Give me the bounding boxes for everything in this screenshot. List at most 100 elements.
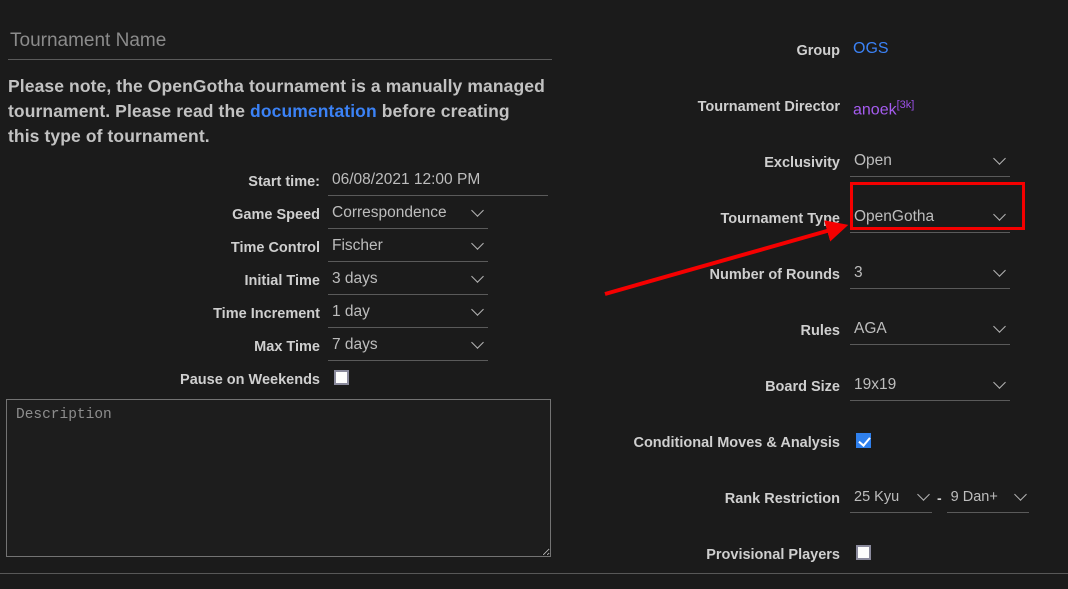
group-value-wrap: OGS <box>850 38 889 60</box>
chevron-down-icon <box>995 266 1006 277</box>
time-control-select[interactable]: Fischer <box>328 235 488 262</box>
group-label: Group <box>796 43 841 59</box>
rank-restriction-min-value: 25 Kyu <box>854 489 900 505</box>
tournament-director-link[interactable]: anoek[3k] <box>850 94 914 121</box>
rank-restriction-separator: - <box>937 489 942 506</box>
rank-restriction-min-select[interactable]: 25 Kyu <box>850 486 932 513</box>
exclusivity-value: Open <box>854 152 892 169</box>
row-time-control: Time Control Fischer <box>8 235 552 262</box>
rules-value-wrap: AGA <box>850 318 1010 345</box>
provisional-players-checkbox[interactable] <box>856 545 871 560</box>
rank-restriction-value-wrap: 25 Kyu - 9 Dan+ <box>850 486 1029 513</box>
tournament-director-value-wrap: anoek[3k] <box>850 94 914 121</box>
tournament-type-select[interactable]: OpenGotha <box>850 206 1010 233</box>
row-number-of-rounds: Number of Rounds 3 <box>560 262 1068 318</box>
rank-restriction-label: Rank Restriction <box>724 491 840 507</box>
number-of-rounds-value-wrap: 3 <box>850 262 1010 289</box>
pause-on-weekends-label: Pause on Weekends <box>180 372 320 388</box>
number-of-rounds-select[interactable]: 3 <box>850 262 1010 289</box>
chevron-down-icon <box>473 338 484 349</box>
rules-value: AGA <box>854 320 887 337</box>
game-speed-label: Game Speed <box>232 207 320 223</box>
tournament-director-label: Tournament Director <box>697 99 840 115</box>
tournament-type-value-wrap: OpenGotha <box>850 206 1010 233</box>
row-start-time: Start time: 06/08/2021 12:00 PM <box>8 169 552 196</box>
game-speed-value: Correspondence <box>332 204 447 221</box>
group-link[interactable]: OGS <box>850 38 889 60</box>
chevron-down-icon <box>473 305 484 316</box>
rank-restriction-max-select[interactable]: 9 Dan+ <box>946 486 1029 513</box>
chevron-down-icon <box>995 378 1006 389</box>
left-form-rows: Start time: 06/08/2021 12:00 PM Game Spe… <box>8 169 552 391</box>
tournament-creation-page: Please note, the OpenGotha tournament is… <box>0 0 1068 589</box>
chevron-down-icon <box>919 490 930 501</box>
chevron-down-icon <box>473 239 484 250</box>
chevron-down-icon <box>1016 490 1027 501</box>
exclusivity-select[interactable]: Open <box>850 150 1010 177</box>
row-tournament-type: Tournament Type OpenGotha <box>560 206 1068 262</box>
time-control-value-wrap: Fischer <box>328 235 488 262</box>
row-game-speed: Game Speed Correspondence <box>8 202 552 229</box>
row-max-time: Max Time 7 days <box>8 334 552 361</box>
board-size-label: Board Size <box>765 379 840 395</box>
tournament-director-name: anoek <box>853 101 897 119</box>
row-time-increment: Time Increment 1 day <box>8 301 552 328</box>
initial-time-value: 3 days <box>332 270 378 287</box>
rules-select[interactable]: AGA <box>850 318 1010 345</box>
provisional-players-value-wrap <box>850 542 871 560</box>
chevron-down-icon <box>473 206 484 217</box>
initial-time-select[interactable]: 3 days <box>328 268 488 295</box>
chevron-down-icon <box>473 272 484 283</box>
pause-on-weekends-checkbox[interactable] <box>334 370 349 385</box>
time-increment-label: Time Increment <box>213 306 320 322</box>
row-conditional-moves: Conditional Moves & Analysis <box>560 430 1068 486</box>
start-time-label: Start time: <box>248 174 320 190</box>
tournament-director-rank: [3k] <box>896 99 915 111</box>
time-increment-value-wrap: 1 day <box>328 301 488 328</box>
row-rank-restriction: Rank Restriction 25 Kyu - 9 Dan+ <box>560 486 1068 542</box>
max-time-label: Max Time <box>254 339 320 355</box>
board-size-value-wrap: 19x19 <box>850 374 1010 401</box>
game-speed-value-wrap: Correspondence <box>328 202 488 229</box>
conditional-moves-label: Conditional Moves & Analysis <box>633 435 840 451</box>
row-exclusivity: Exclusivity Open <box>560 150 1068 206</box>
row-provisional-players: Provisional Players <box>560 542 1068 589</box>
bottom-divider <box>0 573 1068 574</box>
row-pause-on-weekends: Pause on Weekends <box>8 367 552 391</box>
chevron-down-icon <box>995 210 1006 221</box>
chevron-down-icon <box>995 322 1006 333</box>
start-time-field[interactable]: 06/08/2021 12:00 PM <box>328 169 548 196</box>
max-time-select[interactable]: 7 days <box>328 334 488 361</box>
description-textarea[interactable] <box>6 399 551 557</box>
left-column: Please note, the OpenGotha tournament is… <box>0 0 560 557</box>
board-size-select[interactable]: 19x19 <box>850 374 1010 401</box>
max-time-value-wrap: 7 days <box>328 334 488 361</box>
tournament-type-value: OpenGotha <box>854 208 935 225</box>
row-group: Group OGS <box>560 38 1068 94</box>
documentation-link[interactable]: documentation <box>250 101 377 121</box>
start-time-value-wrap: 06/08/2021 12:00 PM <box>328 169 548 196</box>
number-of-rounds-label: Number of Rounds <box>709 267 841 283</box>
row-board-size: Board Size 19x19 <box>560 374 1068 430</box>
conditional-moves-checkbox[interactable] <box>856 433 871 448</box>
row-tournament-director: Tournament Director anoek[3k] <box>560 94 1068 150</box>
row-rules: Rules AGA <box>560 318 1068 374</box>
rank-restriction-max-value: 9 Dan+ <box>950 489 998 505</box>
time-control-label: Time Control <box>230 240 320 256</box>
opengotha-note: Please note, the OpenGotha tournament is… <box>8 74 546 149</box>
number-of-rounds-value: 3 <box>854 264 863 281</box>
pause-on-weekends-value-wrap <box>328 367 349 385</box>
rules-label: Rules <box>800 323 841 339</box>
exclusivity-label: Exclusivity <box>764 155 840 171</box>
initial-time-label: Initial Time <box>244 273 320 289</box>
board-size-value: 19x19 <box>854 376 897 393</box>
time-increment-select[interactable]: 1 day <box>328 301 488 328</box>
provisional-players-label: Provisional Players <box>706 547 840 563</box>
time-control-value: Fischer <box>332 237 383 254</box>
row-initial-time: Initial Time 3 days <box>8 268 552 295</box>
conditional-moves-value-wrap <box>850 430 871 448</box>
max-time-value: 7 days <box>332 336 378 353</box>
tournament-name-input[interactable] <box>8 26 552 60</box>
game-speed-select[interactable]: Correspondence <box>328 202 488 229</box>
exclusivity-value-wrap: Open <box>850 150 1010 177</box>
